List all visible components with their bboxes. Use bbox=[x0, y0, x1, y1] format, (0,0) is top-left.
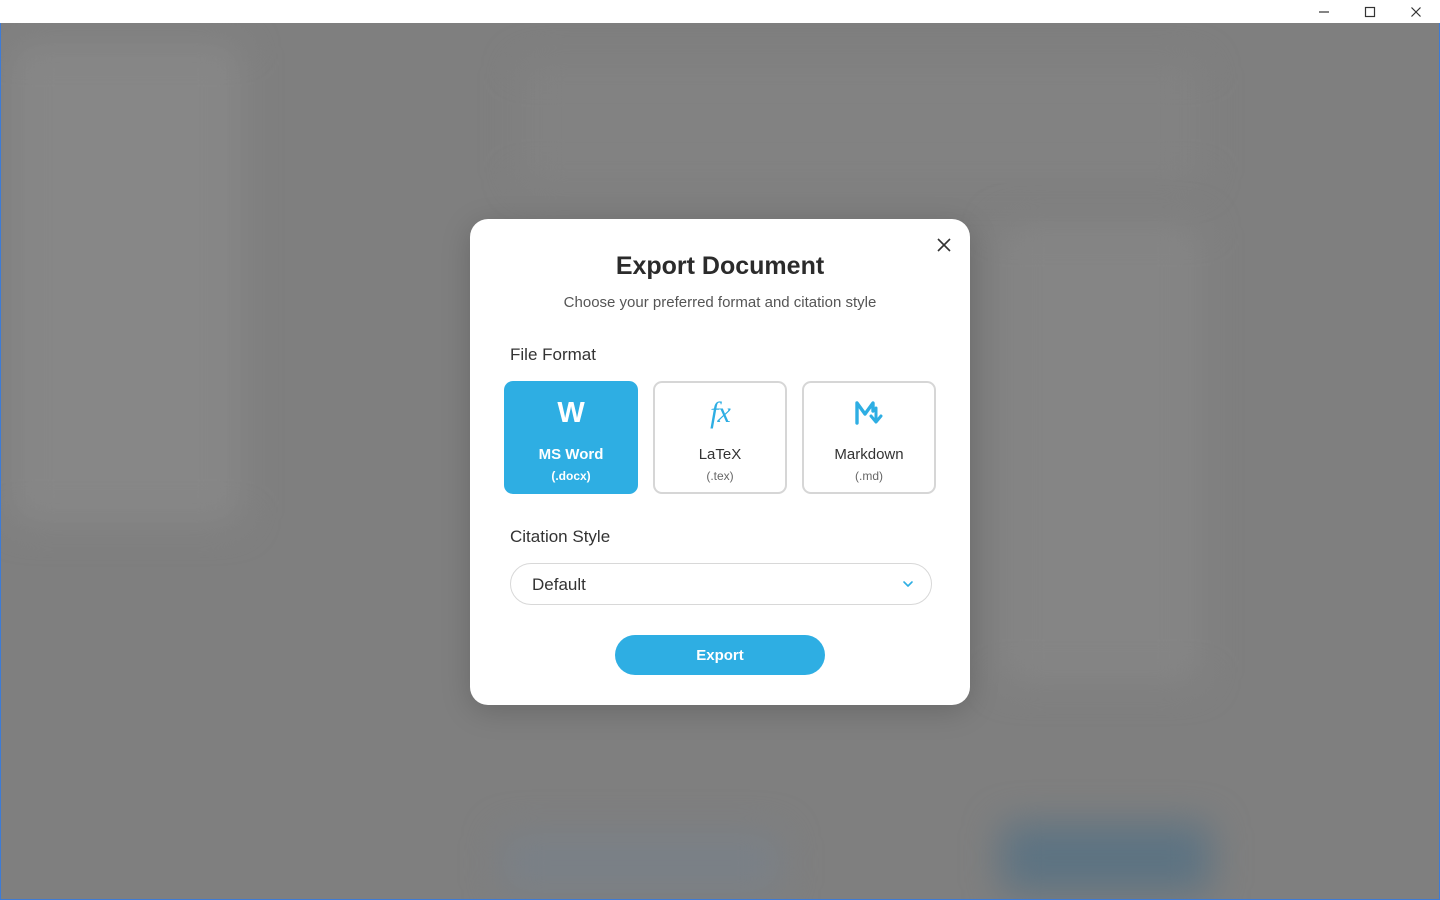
citation-style-select[interactable]: Default bbox=[510, 563, 932, 605]
minimize-icon bbox=[1319, 10, 1329, 13]
word-icon: W bbox=[557, 396, 585, 429]
blurred-bottom-bar bbox=[501, 833, 781, 893]
format-option-markdown[interactable]: Markdown (.md) bbox=[802, 381, 936, 494]
format-option-ext: (.docx) bbox=[551, 469, 591, 483]
close-icon bbox=[937, 238, 951, 252]
window-close-button[interactable] bbox=[1393, 0, 1439, 23]
export-dialog: Export Document Choose your preferred fo… bbox=[470, 219, 970, 705]
file-format-label: File Format bbox=[510, 345, 596, 364]
window-maximize-button[interactable] bbox=[1347, 0, 1393, 23]
window-minimize-button[interactable] bbox=[1301, 0, 1347, 23]
format-option-name: Markdown bbox=[834, 446, 904, 463]
window-titlebar bbox=[0, 0, 1440, 23]
blurred-side-panel bbox=[1001, 223, 1201, 683]
dialog-subtitle: Choose your preferred format and citatio… bbox=[563, 294, 877, 311]
maximize-icon bbox=[1364, 6, 1376, 17]
format-option-name: LaTeX bbox=[698, 446, 742, 463]
format-option-ext: (.md) bbox=[855, 469, 883, 483]
format-option-name: MS Word bbox=[538, 446, 604, 463]
citation-style-label: Citation Style bbox=[510, 527, 611, 546]
format-option-word[interactable]: W MS Word (.docx) bbox=[504, 381, 638, 494]
close-icon bbox=[1411, 6, 1421, 17]
window-frame-left bbox=[0, 23, 1, 900]
export-button[interactable]: Export bbox=[615, 635, 825, 675]
blurred-content-area bbox=[521, 63, 1201, 183]
chevron-down-icon bbox=[903, 581, 913, 587]
blurred-sidebar bbox=[11, 43, 241, 523]
format-option-latex[interactable]: fx LaTeX (.tex) bbox=[653, 381, 787, 494]
citation-style-value: Default bbox=[532, 575, 586, 594]
dialog-title: Export Document bbox=[615, 252, 825, 280]
markdown-icon bbox=[804, 397, 934, 429]
fx-icon: fx bbox=[710, 396, 731, 429]
blurred-bottom-button bbox=[1001, 823, 1211, 893]
format-option-ext: (.tex) bbox=[706, 469, 734, 483]
